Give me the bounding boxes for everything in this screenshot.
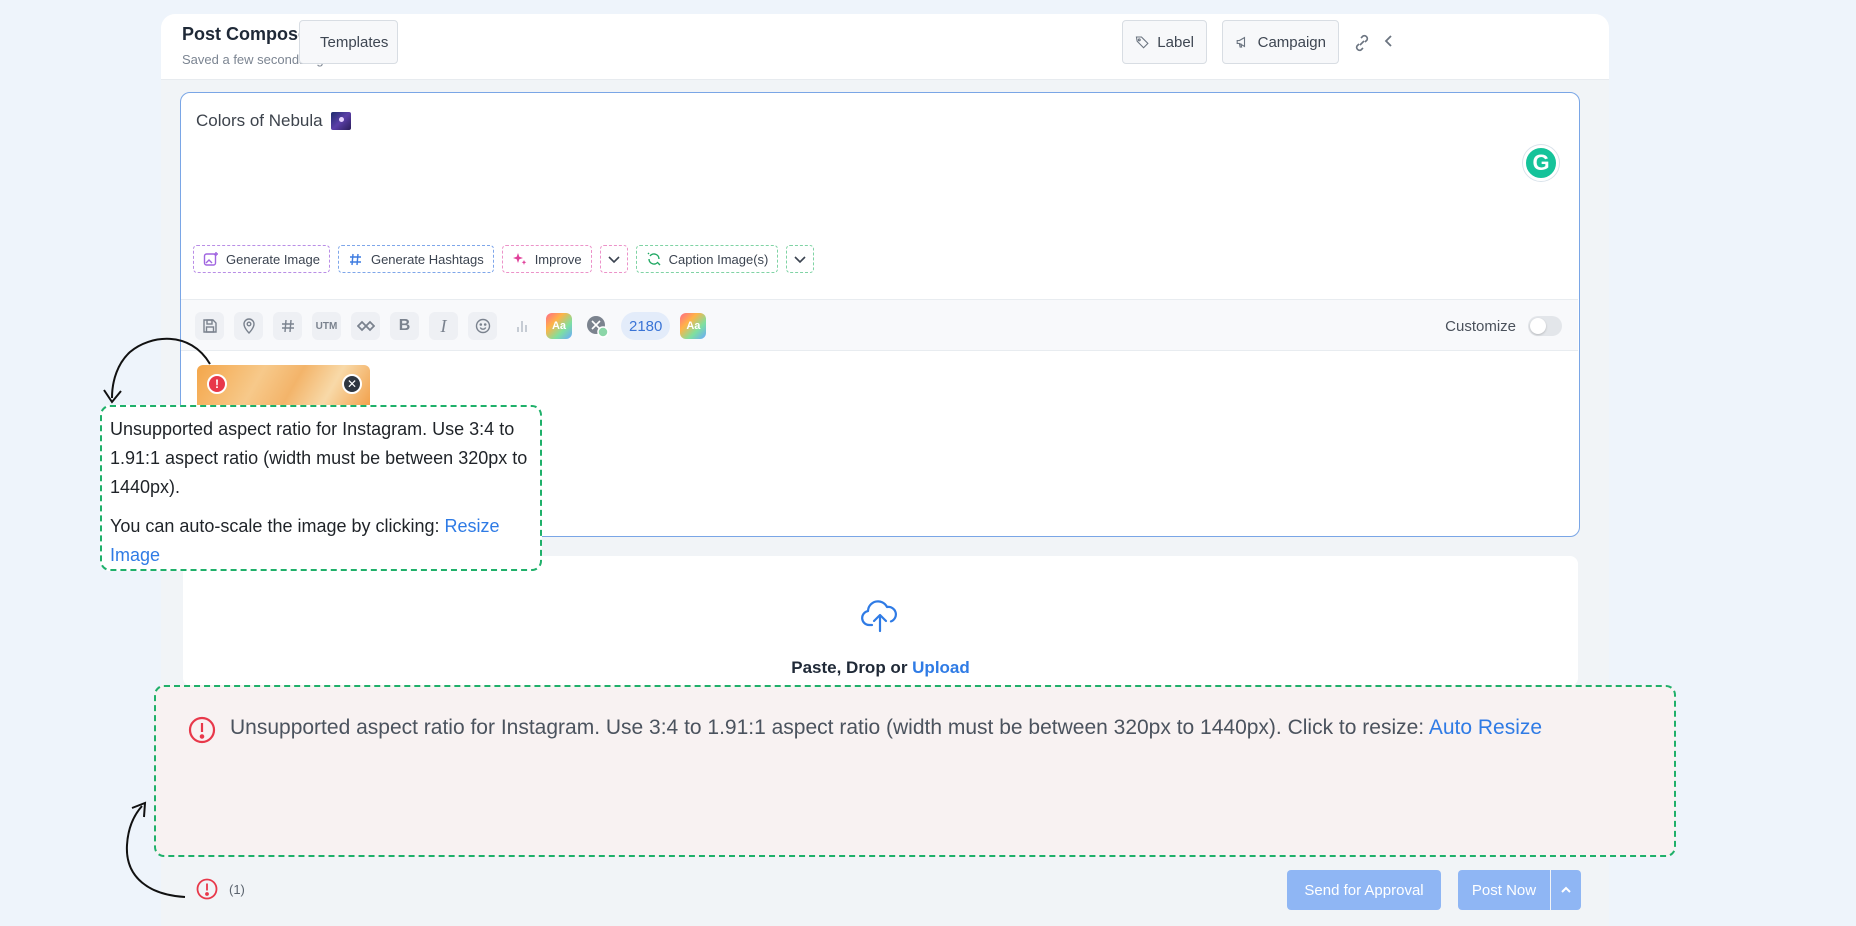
post-text: Colors of Nebula: [196, 111, 323, 130]
post-options-button[interactable]: [1551, 870, 1581, 910]
improve-button[interactable]: Improve: [501, 245, 592, 273]
location-icon[interactable]: [234, 312, 263, 340]
sparkle-icon: [512, 253, 526, 265]
hashtag-sparkle-icon: [349, 253, 361, 266]
caption-sparkle-icon: [647, 252, 661, 266]
upload-link[interactable]: Upload: [912, 658, 970, 677]
hashtag-icon[interactable]: [273, 312, 302, 340]
poll-chart-icon[interactable]: [507, 312, 536, 340]
customize-label: Customize: [1445, 317, 1516, 335]
label-button[interactable]: Label: [1122, 20, 1207, 64]
improve-dropdown-button[interactable]: [599, 245, 628, 273]
cloud-upload-icon: [861, 600, 897, 633]
character-count: 2180: [621, 312, 671, 340]
tooltip-autoscale: You can auto-scale the image by clicking…: [110, 512, 532, 570]
error-count: (1): [229, 881, 245, 897]
caption-dropdown-button[interactable]: [786, 245, 815, 273]
error-alert-icon: [188, 716, 216, 744]
tooltip-message: Unsupported aspect ratio for Instagram. …: [110, 419, 528, 497]
text-style-button[interactable]: Aa: [546, 313, 572, 339]
upload-instructions: Paste, Drop or Upload: [183, 658, 1578, 678]
link-shortener-icon[interactable]: [351, 312, 380, 340]
send-for-approval-button[interactable]: Send for Approval: [1287, 870, 1441, 910]
image-sparkle-icon: [203, 252, 218, 266]
remove-media-icon[interactable]: ✕: [342, 374, 362, 394]
composer-header: Post Composer Saved a few seconds ago Te…: [161, 14, 1609, 80]
post-now-button[interactable]: Post Now: [1458, 870, 1550, 910]
improve-label: Improve: [534, 251, 582, 267]
autoscale-text: You can auto-scale the image by clicking…: [110, 516, 445, 536]
italic-button[interactable]: I: [429, 312, 458, 340]
annotation-arrow-bottom-head: [131, 801, 147, 818]
ai-actions: Generate Image Generate Hashtags Improve…: [193, 245, 815, 273]
utm-button[interactable]: UTM: [312, 312, 341, 340]
label-label: Label: [1157, 33, 1194, 51]
bold-button[interactable]: B: [390, 312, 419, 340]
chevron-left-icon[interactable]: [1379, 30, 1399, 52]
campaign-button[interactable]: Campaign: [1222, 20, 1339, 64]
link-icon[interactable]: [1351, 32, 1373, 54]
nebula-emoji-icon: [330, 112, 351, 130]
caption-images-label: Caption Image(s): [668, 251, 769, 267]
error-alert-icon: [196, 878, 218, 900]
chevron-down-icon: [608, 256, 620, 264]
campaign-label: Campaign: [1257, 33, 1326, 51]
tag-icon: [1135, 36, 1149, 49]
error-banner: Unsupported aspect ratio for Instagram. …: [154, 685, 1676, 857]
upload-prefix: Paste, Drop or: [791, 658, 913, 677]
caption-images-button[interactable]: Caption Image(s): [635, 245, 779, 273]
save-icon[interactable]: [195, 312, 224, 340]
media-thumbnail[interactable]: ! ✕: [197, 365, 370, 407]
generate-image-button[interactable]: Generate Image: [193, 245, 330, 273]
aspect-ratio-tooltip: Unsupported aspect ratio for Instagram. …: [100, 405, 542, 571]
grammarly-icon[interactable]: G: [1523, 145, 1559, 181]
generate-hashtags-button[interactable]: Generate Hashtags: [337, 245, 494, 273]
templates-button[interactable]: Templates: [299, 20, 398, 64]
media-upload-zone[interactable]: Paste, Drop or Upload: [183, 556, 1578, 686]
error-text: Unsupported aspect ratio for Instagram. …: [230, 716, 1429, 739]
error-badge-icon[interactable]: !: [207, 374, 227, 394]
post-text-area[interactable]: Colors of Nebula: [196, 111, 351, 131]
editor-toolbar: UTM B I Aa 2180 Aa Customize: [181, 299, 1578, 351]
templates-label: Templates: [320, 33, 389, 51]
annotation-arrow-top-head: [103, 389, 122, 404]
generate-hashtags-label: Generate Hashtags: [370, 251, 484, 267]
customize-toggle-group: Customize: [1445, 316, 1562, 336]
chevron-up-icon: [1561, 886, 1571, 893]
page-title: Post Composer: [182, 24, 316, 44]
customize-toggle[interactable]: [1528, 316, 1562, 336]
error-summary[interactable]: (1): [195, 877, 245, 901]
emoji-icon[interactable]: [468, 312, 497, 340]
x-platform-icon[interactable]: [582, 312, 611, 340]
auto-resize-link[interactable]: Auto Resize: [1429, 716, 1542, 739]
generate-image-label: Generate Image: [226, 251, 320, 267]
error-message: Unsupported aspect ratio for Instagram. …: [230, 716, 1542, 740]
megaphone-icon: [1236, 36, 1246, 48]
text-style-alt-button[interactable]: Aa: [680, 313, 707, 339]
chevron-down-icon: [794, 256, 806, 264]
